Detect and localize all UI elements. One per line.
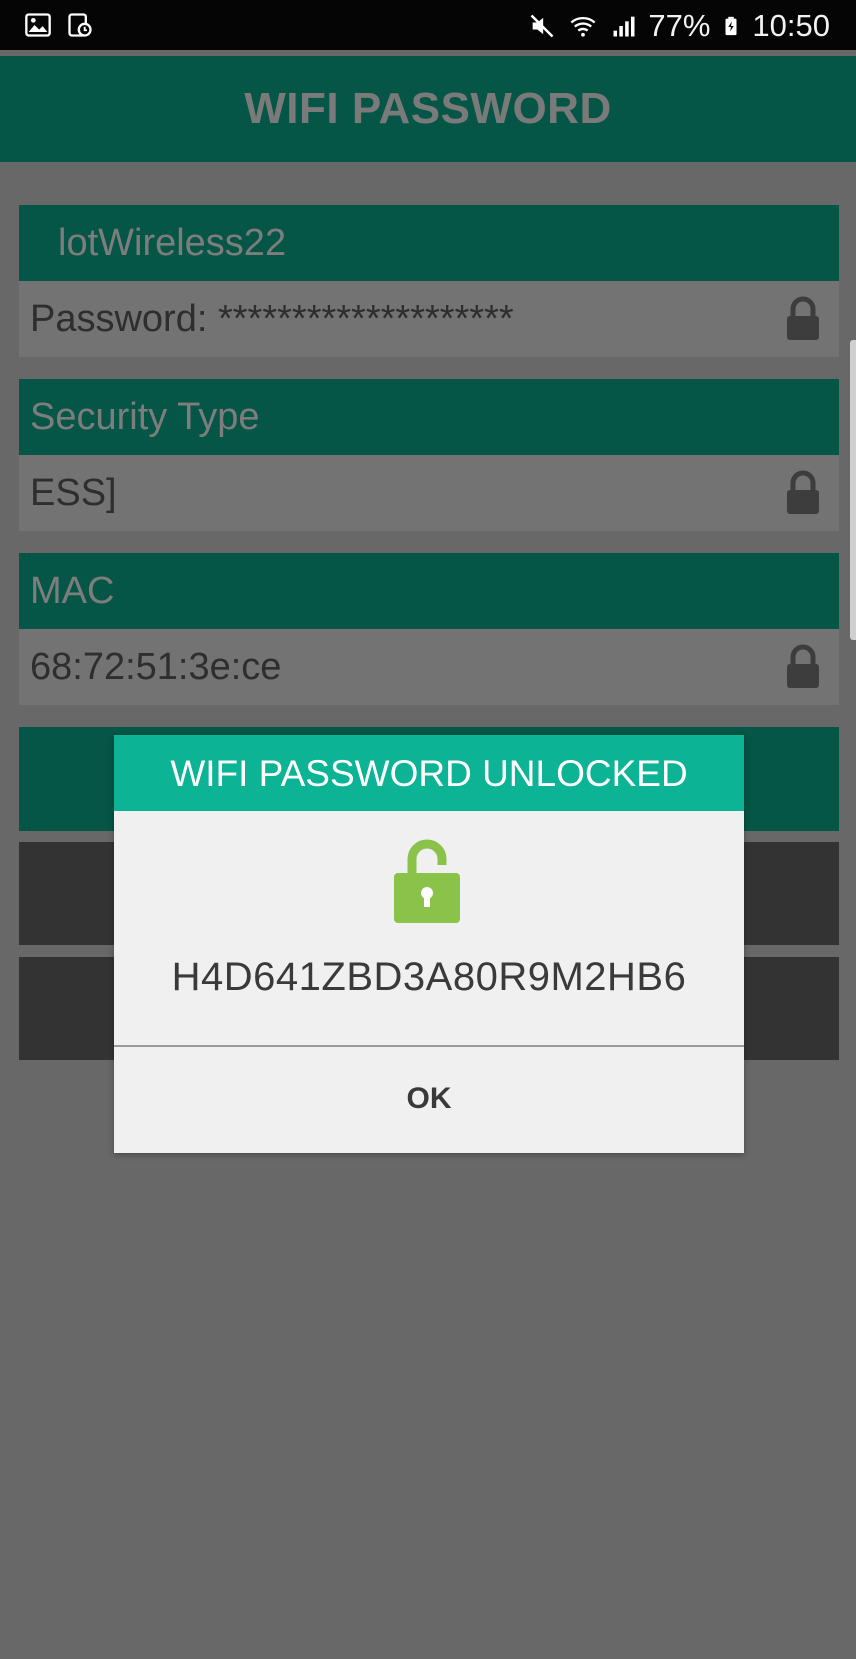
scrollbar[interactable] [850, 340, 856, 640]
app-bar: WIFI PASSWORD [0, 56, 856, 162]
security-type-label: Security Type [30, 396, 260, 438]
unlocked-password: H4D641ZBD3A80R9M2HB6 [171, 955, 687, 999]
mute-icon [530, 14, 554, 38]
security-type-row[interactable]: ESS] [19, 455, 839, 531]
unlock-icon [394, 839, 460, 923]
status-bar: 77% 10:50 [0, 0, 856, 50]
lock-icon[interactable] [785, 470, 821, 516]
mac-header: MAC [19, 553, 839, 629]
mac-value: 68:72:51:3e:ce [30, 646, 282, 688]
wifi-icon [570, 16, 596, 37]
image-icon [25, 13, 51, 37]
unlocked-dialog: WIFI PASSWORD UNLOCKED H4D641ZBD3A80R9M2… [114, 735, 744, 1153]
clock-time: 10:50 [752, 8, 830, 43]
lock-icon[interactable] [785, 296, 821, 342]
security-type-value: ESS] [30, 472, 117, 514]
battery-percentage: 77% [648, 8, 711, 43]
calendar-clock-icon [68, 13, 92, 37]
mac-label: MAC [30, 570, 115, 612]
battery-icon [725, 16, 737, 36]
signal-icon [613, 16, 635, 37]
security-type-header: Security Type [19, 379, 839, 455]
mac-row[interactable]: 68:72:51:3e:ce [19, 629, 839, 705]
dialog-title: WIFI PASSWORD UNLOCKED [114, 735, 744, 811]
password-row[interactable]: Password: ******************** [19, 281, 839, 357]
app-title: WIFI PASSWORD [244, 84, 612, 133]
password-masked: Password: ******************** [30, 298, 514, 340]
ok-button[interactable]: OK [114, 1047, 744, 1151]
ssid-header: lotWireless22 [19, 205, 839, 281]
ssid-label: lotWireless22 [58, 222, 287, 264]
lock-icon[interactable] [785, 644, 821, 690]
dialog-body: H4D641ZBD3A80R9M2HB6 [114, 811, 744, 1047]
